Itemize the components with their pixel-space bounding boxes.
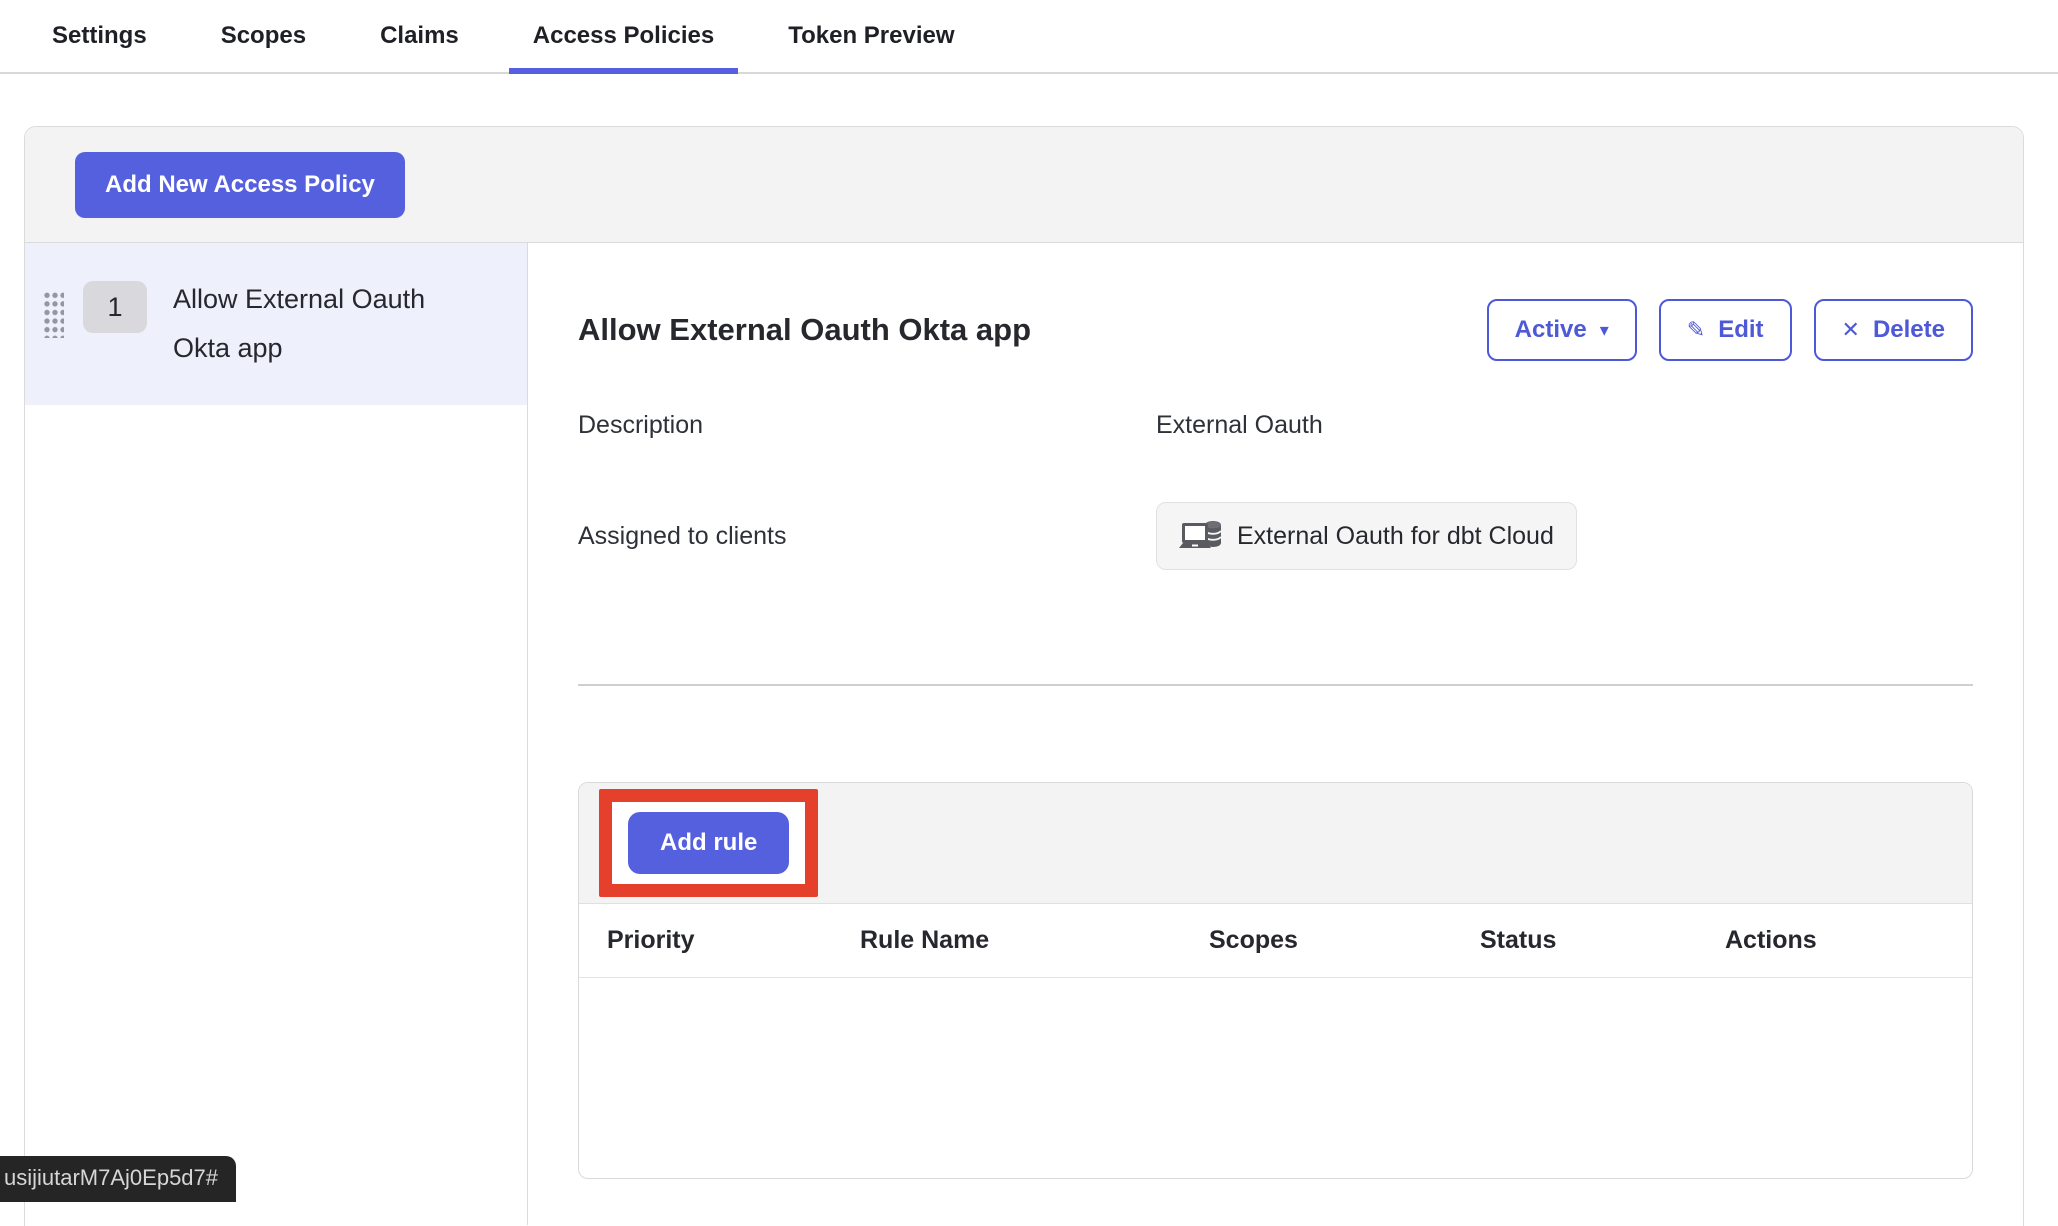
access-policies-panel: Add New Access Policy 1 Allow External O… [24, 126, 2024, 1226]
add-new-access-policy-button[interactable]: Add New Access Policy [75, 152, 405, 218]
status-link-preview: usijiutarM7Aj0Ep5d7# [0, 1156, 236, 1202]
tab-bar: Settings Scopes Claims Access Policies T… [0, 0, 2058, 74]
chevron-down-icon: ▾ [1600, 320, 1609, 341]
edit-button[interactable]: ✎ Edit [1659, 299, 1792, 361]
annotation-highlight-box: Add rule [599, 789, 818, 897]
col-actions: Actions [1725, 926, 1972, 955]
add-rule-button[interactable]: Add rule [628, 812, 789, 874]
panel-header: Add New Access Policy [25, 127, 2023, 243]
tab-claims[interactable]: Claims [356, 0, 483, 72]
policy-list: 1 Allow External Oauth Okta app [25, 243, 528, 1225]
policy-detail: Allow External Oauth Okta app Active ▾ ✎… [528, 243, 2023, 1225]
rules-table-header: Priority Rule Name Scopes Status Actions [579, 904, 1972, 978]
col-rule-name: Rule Name [860, 926, 1209, 955]
section-divider [578, 684, 1973, 686]
policy-name: Allow External Oauth Okta app [173, 275, 463, 373]
col-status: Status [1480, 926, 1725, 955]
description-label: Description [578, 411, 1156, 440]
rules-header: Add rule [579, 783, 1972, 904]
status-dropdown-button[interactable]: Active ▾ [1487, 299, 1637, 361]
policy-priority-badge: 1 [83, 281, 147, 333]
delete-label: Delete [1873, 316, 1945, 344]
x-icon: ✕ [1842, 317, 1860, 343]
pencil-icon: ✎ [1687, 317, 1705, 343]
tab-settings[interactable]: Settings [28, 0, 171, 72]
client-chip[interactable]: External Oauth for dbt Cloud [1156, 502, 1577, 570]
assigned-clients-label: Assigned to clients [578, 522, 1156, 551]
drag-handle-icon[interactable] [42, 290, 64, 338]
tab-token-preview[interactable]: Token Preview [764, 0, 978, 72]
policy-title: Allow External Oauth Okta app [578, 312, 1031, 348]
client-device-icon [1179, 518, 1223, 554]
edit-label: Edit [1718, 316, 1763, 344]
tab-scopes[interactable]: Scopes [197, 0, 330, 72]
delete-button[interactable]: ✕ Delete [1814, 299, 1973, 361]
status-label: Active [1515, 316, 1587, 344]
col-priority: Priority [607, 926, 860, 955]
description-value: External Oauth [1156, 411, 1973, 440]
rules-table-body [579, 978, 1972, 1178]
tab-access-policies[interactable]: Access Policies [509, 0, 738, 72]
rules-section: Add rule Priority Rule Name Scopes Statu… [578, 782, 1973, 1179]
client-chip-label: External Oauth for dbt Cloud [1237, 522, 1554, 551]
col-scopes: Scopes [1209, 926, 1480, 955]
policy-list-item[interactable]: 1 Allow External Oauth Okta app [25, 243, 527, 405]
